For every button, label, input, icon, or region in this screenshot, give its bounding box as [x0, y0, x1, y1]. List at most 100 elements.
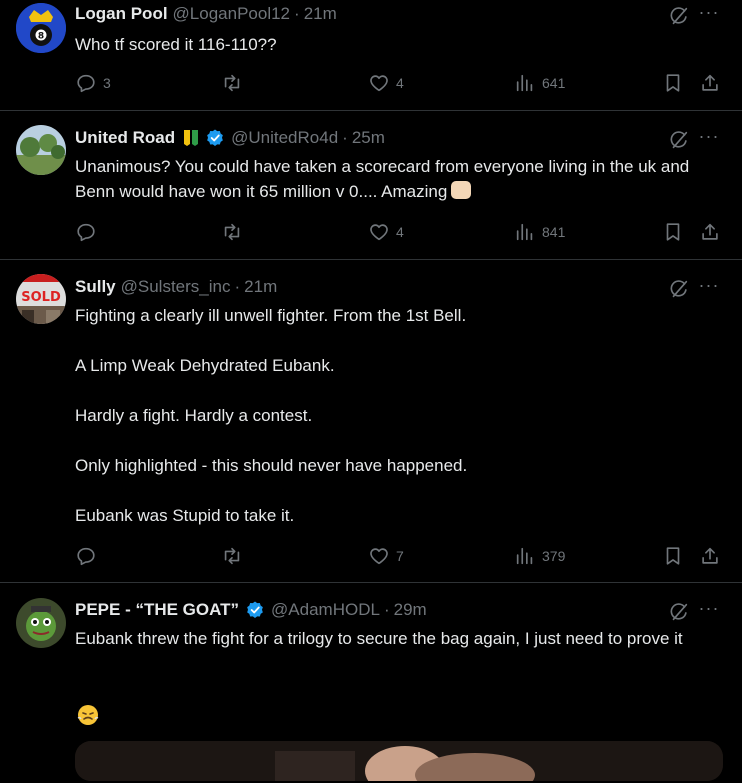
- more-icon[interactable]: ···: [698, 127, 720, 151]
- retweet-button[interactable]: [221, 544, 249, 568]
- display-name[interactable]: Sully: [75, 277, 116, 297]
- like-icon: [368, 545, 390, 567]
- tweet-paragraph: A Limp Weak Dehydrated Eubank.: [75, 356, 335, 375]
- tweet-paragraph: Hardly a fight. Hardly a contest.: [75, 406, 313, 425]
- tweet[interactable]: 8 Logan Pool @LoganPool12 · 21m ··· Who …: [0, 0, 742, 111]
- tweet-paragraph: Unanimous? You could have taken a scorec…: [75, 157, 689, 201]
- reply-button[interactable]: [75, 220, 103, 244]
- tweet[interactable]: United Road @UnitedRo4d · 25m ··· Unanim…: [0, 111, 742, 260]
- like-button[interactable]: 4: [368, 220, 404, 244]
- user-handle[interactable]: @UnitedRo4d: [231, 128, 338, 148]
- tweet-header: United Road @UnitedRo4d · 25m: [75, 125, 385, 151]
- fist-emoji-icon: [451, 181, 472, 199]
- share-icon: [699, 545, 721, 567]
- tweet-text: Eubank threw the fight for a trilogy to …: [75, 626, 705, 651]
- bookmark-button[interactable]: [662, 220, 684, 244]
- avatar[interactable]: 8: [16, 3, 66, 53]
- share-icon: [699, 72, 721, 94]
- tweet[interactable]: SOLD Sully @Sulsters_inc · 21m ··· Fight…: [0, 260, 742, 583]
- tweet-paragraph: Eubank was Stupid to take it.: [75, 506, 295, 525]
- tweet-paragraph: Who tf scored it 116-110??: [75, 35, 277, 54]
- tweet-paragraph: Only highlighted - this should never hav…: [75, 456, 468, 475]
- timestamp[interactable]: 21m: [244, 277, 277, 297]
- verified-icon: [205, 128, 225, 148]
- bookmark-icon: [662, 545, 684, 567]
- reply-icon: [75, 72, 97, 94]
- share-button[interactable]: [699, 71, 721, 95]
- grok-icon[interactable]: [668, 601, 690, 623]
- views-count: 641: [542, 75, 566, 91]
- media-attachment[interactable]: [75, 741, 723, 781]
- user-handle[interactable]: @LoganPool12: [173, 4, 290, 24]
- like-count: 4: [396, 75, 404, 91]
- views-button[interactable]: 641: [514, 71, 565, 95]
- tweet-actions: 7 379: [75, 544, 725, 568]
- svg-text:SOLD: SOLD: [21, 290, 61, 305]
- timestamp[interactable]: 29m: [394, 600, 427, 620]
- separator: ·: [294, 4, 300, 23]
- timestamp[interactable]: 21m: [304, 4, 337, 24]
- more-icon[interactable]: ···: [698, 3, 720, 27]
- share-button[interactable]: [699, 220, 721, 244]
- reply-icon: [75, 545, 97, 567]
- tweet-text: Unanimous? You could have taken a scorec…: [75, 154, 725, 204]
- avatar-image: [16, 125, 66, 175]
- reply-button[interactable]: [75, 544, 103, 568]
- retweet-icon: [221, 72, 243, 94]
- avatar-image: 8: [16, 3, 66, 53]
- display-name[interactable]: Logan Pool: [75, 4, 168, 24]
- avatar-image: [16, 598, 66, 648]
- like-count: 7: [396, 548, 404, 564]
- avatar[interactable]: [16, 125, 66, 175]
- reply-count: 3: [103, 75, 111, 91]
- media-image: [75, 741, 723, 781]
- like-icon: [368, 221, 390, 243]
- like-count: 4: [396, 224, 404, 240]
- more-icon[interactable]: ···: [698, 276, 720, 300]
- retweet-button[interactable]: [221, 220, 249, 244]
- retweet-button[interactable]: [221, 71, 249, 95]
- share-button[interactable]: [699, 544, 721, 568]
- views-count: 379: [542, 548, 566, 564]
- retweet-icon: [221, 545, 243, 567]
- tweet-paragraph: Eubank threw the fight for a trilogy to …: [75, 629, 683, 648]
- bookmark-icon: [662, 72, 684, 94]
- views-icon: [514, 221, 536, 243]
- views-button[interactable]: 379: [514, 544, 565, 568]
- bookmark-button[interactable]: [662, 544, 684, 568]
- bookmark-button[interactable]: [662, 71, 684, 95]
- retweet-icon: [221, 221, 243, 243]
- grok-icon[interactable]: [668, 278, 690, 300]
- avatar[interactable]: SOLD: [16, 274, 66, 324]
- tweet-actions: 4 841: [75, 220, 725, 244]
- svg-text:8: 8: [38, 32, 44, 42]
- share-icon: [699, 221, 721, 243]
- tweet-paragraph: Fighting a clearly ill unwell fighter. F…: [75, 306, 467, 325]
- tweet-text: Who tf scored it 116-110??: [75, 32, 725, 57]
- reply-icon: [75, 221, 97, 243]
- views-button[interactable]: 841: [514, 220, 565, 244]
- grok-icon[interactable]: [668, 5, 690, 27]
- reply-button[interactable]: 3: [75, 71, 111, 95]
- tweet-header: Logan Pool @LoganPool12 · 21m: [75, 1, 337, 27]
- display-name[interactable]: PEPE - “THE GOAT”: [75, 600, 239, 620]
- views-icon: [514, 545, 536, 567]
- verified-icon: [245, 600, 265, 620]
- like-icon: [368, 72, 390, 94]
- tweet-text: Fighting a clearly ill unwell fighter. F…: [75, 303, 725, 528]
- like-button[interactable]: 7: [368, 544, 404, 568]
- separator: ·: [383, 600, 390, 619]
- tweet-header: PEPE - “THE GOAT” @AdamHODL · 29m: [75, 597, 427, 623]
- timestamp[interactable]: 25m: [352, 128, 385, 148]
- display-name[interactable]: United Road: [75, 128, 175, 148]
- tweet-actions: 3 4 641: [75, 71, 725, 95]
- tweet[interactable]: PEPE - “THE GOAT” @AdamHODL · 29m ··· Eu…: [0, 583, 742, 783]
- more-icon[interactable]: ···: [698, 599, 720, 623]
- beginner-mark-icon: [184, 130, 199, 146]
- user-handle[interactable]: @Sulsters_inc: [121, 277, 231, 297]
- avatar[interactable]: [16, 598, 66, 648]
- user-handle[interactable]: @AdamHODL: [271, 600, 380, 620]
- like-button[interactable]: 4: [368, 71, 404, 95]
- bookmark-icon: [662, 221, 684, 243]
- grok-icon[interactable]: [668, 129, 690, 151]
